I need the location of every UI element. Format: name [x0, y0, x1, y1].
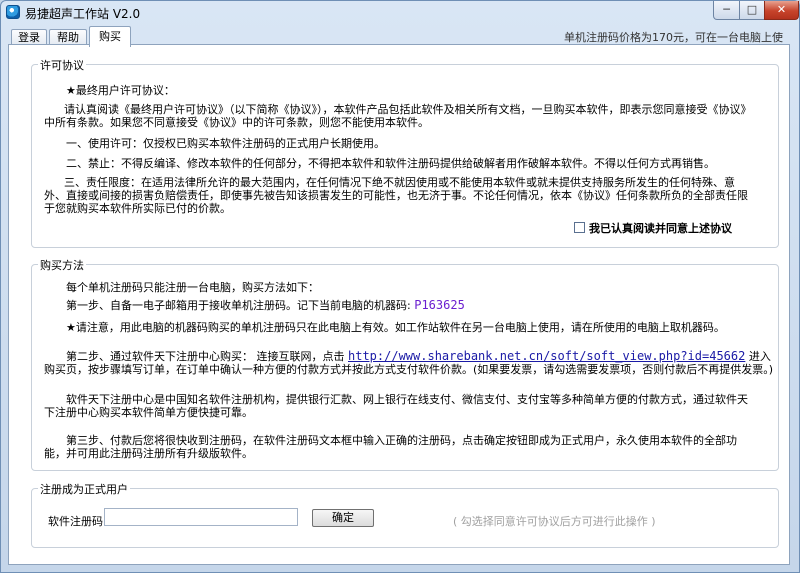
license-item-1: 一、使用许可：仅授权已购买本软件注册码的正式用户长期使用。	[66, 137, 385, 150]
step2-suffix: 进入	[748, 350, 771, 363]
agree-checkbox[interactable]	[574, 222, 585, 233]
purchase-step-3: 第三步、付款后您将很快收到注册码，在软件注册码文本框中输入正确的注册码，点击确定…	[44, 434, 737, 460]
agree-label[interactable]: 我已认真阅读并同意上述协议	[589, 220, 732, 236]
license-item-2: 二、禁止：不得反编译、修改本软件的任何部分，不得把本软件和软件注册码提供给破解者…	[66, 157, 715, 170]
tab-buy[interactable]: 购买	[89, 26, 131, 47]
purchase-center-info: 软件天下注册中心是中国知名软件注册机构，提供银行汇款、网上银行在线支付、微信支付…	[44, 393, 748, 419]
step2-prefix: 第二步、通过软件天下注册中心购买： 连接互联网，点击	[66, 350, 345, 363]
confirm-button[interactable]: 确定	[312, 509, 374, 527]
license-legend: 许可协议	[38, 57, 86, 73]
window-title: 易捷超声工作站 V2.0	[25, 7, 141, 21]
license-heading: ★最终用户许可协议：	[66, 84, 175, 97]
title-bar: 易捷超声工作站 V2.0 ─ □ ✕	[1, 1, 799, 23]
step1-text: 第一步、自备一电子邮箱用于接收单机注册码。记下当前电脑的机器码:	[66, 299, 411, 312]
purchase-step-2: 第二步、通过软件天下注册中心购买： 连接互联网，点击 http://www.sh…	[66, 349, 771, 364]
register-hint: ( 勾选择同意许可协议后方可进行此操作 )	[453, 515, 656, 528]
license-intro: 请认真阅读《最终用户许可协议》（以下简称《协议》），本软件产品包括此软件及相关所…	[44, 103, 746, 129]
register-code-label: 软件注册码	[48, 515, 103, 528]
maximize-button[interactable]: □	[739, 1, 765, 20]
minimize-button[interactable]: ─	[713, 1, 740, 20]
purchase-step-2-line-2: 购买页，按步骤填写订单，在订单中确认一种方便的付款方式并按此方式支付软件价款。(…	[44, 363, 774, 376]
machine-code: P163625	[414, 298, 465, 312]
purchase-legend: 购买方法	[38, 257, 86, 273]
purchase-line-1: 每个单机注册码只能注册一台电脑，购买方法如下：	[66, 281, 319, 294]
license-item-3: 三、责任限度：在适用法律所允许的最大范围内，在任何情况下绝不就因使用或不能使用本…	[44, 176, 748, 215]
register-legend: 注册成为正式用户	[38, 481, 130, 497]
purchase-notice: ★请注意，用此电脑的机器码购买的单机注册码只在此电脑上有效。如工作站软件在另一台…	[66, 321, 725, 334]
sharebank-link[interactable]: http://www.sharebank.net.cn/soft/soft_vi…	[348, 349, 745, 363]
register-code-input[interactable]	[104, 508, 298, 526]
close-button[interactable]: ✕	[764, 1, 799, 20]
purchase-step-1: 第一步、自备一电子邮箱用于接收单机注册码。记下当前电脑的机器码: P163625	[66, 298, 465, 313]
app-logo-icon	[6, 5, 20, 19]
